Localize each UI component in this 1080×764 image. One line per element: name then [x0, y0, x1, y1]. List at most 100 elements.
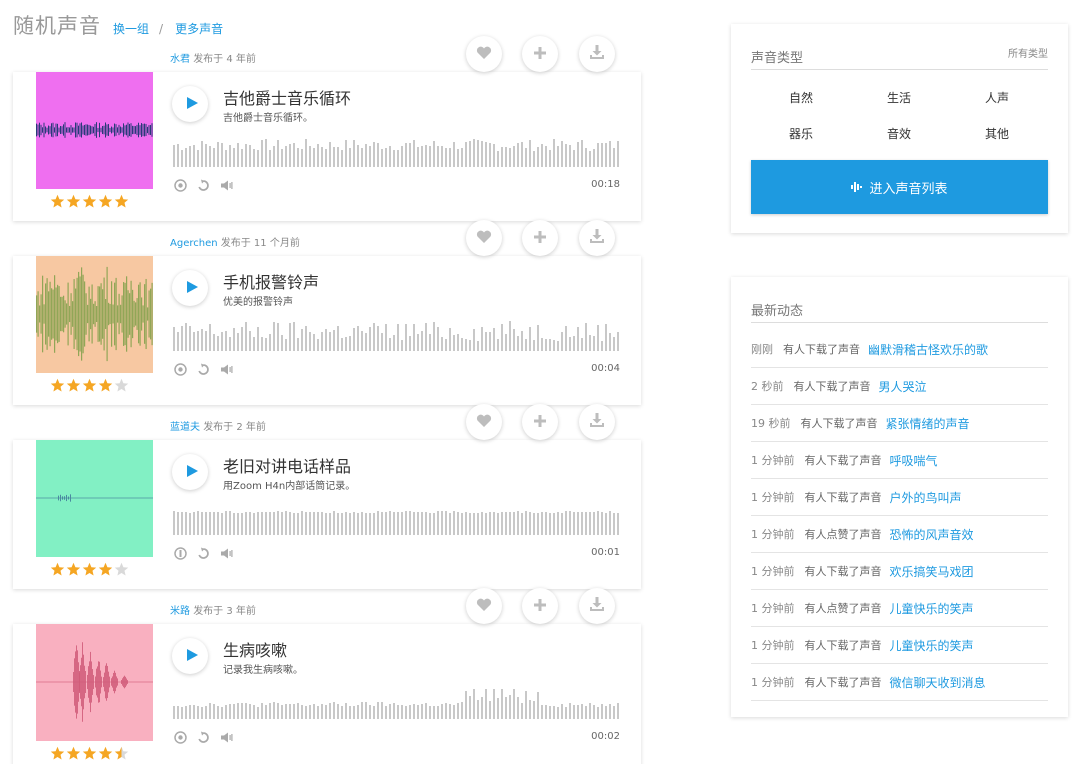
waveform-progress[interactable]	[173, 321, 620, 351]
like-button[interactable]	[466, 404, 502, 440]
activity-sound-link[interactable]: 紧张情绪的声音	[886, 415, 970, 432]
waveform-bar	[505, 146, 507, 167]
waveform-bar	[225, 511, 227, 535]
like-button[interactable]	[466, 36, 502, 72]
volume-icon[interactable]	[220, 547, 233, 560]
star-icon	[66, 562, 81, 576]
add-to-collection-button[interactable]	[522, 36, 558, 72]
volume-icon[interactable]	[220, 363, 233, 376]
waveform-thumbnail[interactable]	[36, 72, 153, 189]
waveform-bar	[565, 511, 567, 535]
type-effects[interactable]: 音效	[849, 125, 949, 142]
download-button[interactable]	[579, 404, 615, 440]
loop-icon[interactable]	[197, 179, 210, 192]
waveform-bar	[561, 512, 563, 535]
waveform-bar	[305, 325, 307, 351]
type-nature[interactable]: 自然	[751, 89, 851, 106]
download-button[interactable]	[579, 588, 615, 624]
waveform-bar	[185, 148, 187, 167]
play-button[interactable]	[172, 638, 208, 674]
switch-batch-link[interactable]: 换一组	[113, 20, 149, 37]
waveform-bar	[441, 511, 443, 535]
waveform-bar	[381, 511, 383, 535]
sound-title[interactable]: 手机报警铃声	[223, 269, 319, 293]
play-button[interactable]	[172, 270, 208, 306]
loop-icon[interactable]	[197, 731, 210, 744]
author-link[interactable]: 米路	[170, 606, 190, 617]
loop-icon[interactable]	[197, 363, 210, 376]
like-button[interactable]	[466, 588, 502, 624]
waveform-thumbnail[interactable]	[36, 624, 153, 741]
activity-sound-link[interactable]: 欢乐搞笑马戏团	[890, 563, 974, 580]
sound-title[interactable]: 老旧对讲电话样品	[223, 453, 351, 477]
play-button[interactable]	[172, 454, 208, 490]
activity-sound-link[interactable]: 呼吸喘气	[890, 452, 938, 469]
sound-title[interactable]: 吉他爵士音乐循环	[223, 85, 351, 109]
type-other[interactable]: 其他	[947, 125, 1047, 142]
waveform-bar	[233, 704, 235, 719]
enter-sound-list-button[interactable]: 进入声音列表	[751, 160, 1048, 214]
download-button[interactable]	[579, 36, 615, 72]
waveform-progress[interactable]	[173, 689, 620, 719]
waveform-bar	[257, 150, 259, 167]
waveform-bar	[265, 512, 267, 535]
add-to-collection-button[interactable]	[522, 588, 558, 624]
activity-sound-link[interactable]: 幽默滑稽古怪欢乐的歌	[868, 341, 988, 358]
waveform-thumbnail[interactable]	[36, 440, 153, 557]
activity-sound-link[interactable]: 男人哭泣	[879, 378, 927, 395]
waveform-bar	[317, 338, 319, 351]
sound-title[interactable]: 生病咳嗽	[223, 637, 287, 661]
creative-commons-icon[interactable]	[174, 731, 187, 744]
waveform-bar	[617, 512, 619, 535]
waveform-bar	[441, 703, 443, 719]
waveform-bar	[481, 327, 483, 351]
waveform-bar	[289, 512, 291, 535]
waveform-bar	[293, 512, 295, 535]
add-to-collection-button[interactable]	[522, 220, 558, 256]
waveform-bar	[285, 704, 287, 719]
waveform-progress[interactable]	[173, 505, 620, 535]
waveform-bar	[217, 511, 219, 535]
creative-commons-icon[interactable]	[174, 179, 187, 192]
activity-sound-link[interactable]: 户外的鸟叫声	[890, 489, 962, 506]
waveform-progress[interactable]	[173, 137, 620, 167]
like-button[interactable]	[466, 220, 502, 256]
more-sounds-link[interactable]: 更多声音	[175, 20, 223, 37]
star-icon	[98, 746, 113, 760]
all-types-link[interactable]: 所有类型	[1008, 45, 1048, 60]
star-icon	[98, 562, 113, 576]
types-panel-header: 声音类型 所有类型	[751, 24, 1048, 70]
waveform-thumbnail[interactable]	[36, 256, 153, 373]
activity-item: 1 分钟前 有人点赞了声音 恐怖的风声音效	[751, 516, 1048, 553]
waveform-bar	[409, 143, 411, 167]
activity-sound-link[interactable]: 儿童快乐的笑声	[890, 637, 974, 654]
author-link[interactable]: 水君	[170, 54, 190, 65]
type-life[interactable]: 生活	[849, 89, 949, 106]
waveform-bar	[349, 705, 351, 719]
attribution-icon[interactable]	[174, 547, 187, 560]
published-time: 发布于 3 年前	[193, 606, 256, 617]
waveform-bar	[421, 331, 423, 351]
activity-sound-link[interactable]: 恐怖的风声音效	[890, 526, 974, 543]
play-button[interactable]	[172, 86, 208, 122]
waveform-bar	[317, 511, 319, 535]
waveform-bar	[185, 322, 187, 351]
type-instrument[interactable]: 器乐	[751, 125, 851, 142]
waveform-bar	[413, 511, 415, 535]
volume-icon[interactable]	[220, 179, 233, 192]
type-voice[interactable]: 人声	[947, 89, 1047, 106]
waveform-bar	[369, 146, 371, 167]
waveform-bar	[205, 331, 207, 351]
waveform-bar	[189, 325, 191, 351]
download-button[interactable]	[579, 220, 615, 256]
add-to-collection-button[interactable]	[522, 404, 558, 440]
volume-icon[interactable]	[220, 731, 233, 744]
author-link[interactable]: 蓝道夫	[170, 422, 200, 433]
loop-icon[interactable]	[197, 547, 210, 560]
waveform-bar	[569, 145, 571, 167]
creative-commons-icon[interactable]	[174, 363, 187, 376]
author-link[interactable]: Agerchen	[170, 238, 218, 249]
activity-sound-link[interactable]: 微信聊天收到消息	[890, 674, 986, 691]
waveform-bar	[337, 512, 339, 535]
activity-sound-link[interactable]: 儿童快乐的笑声	[890, 600, 974, 617]
